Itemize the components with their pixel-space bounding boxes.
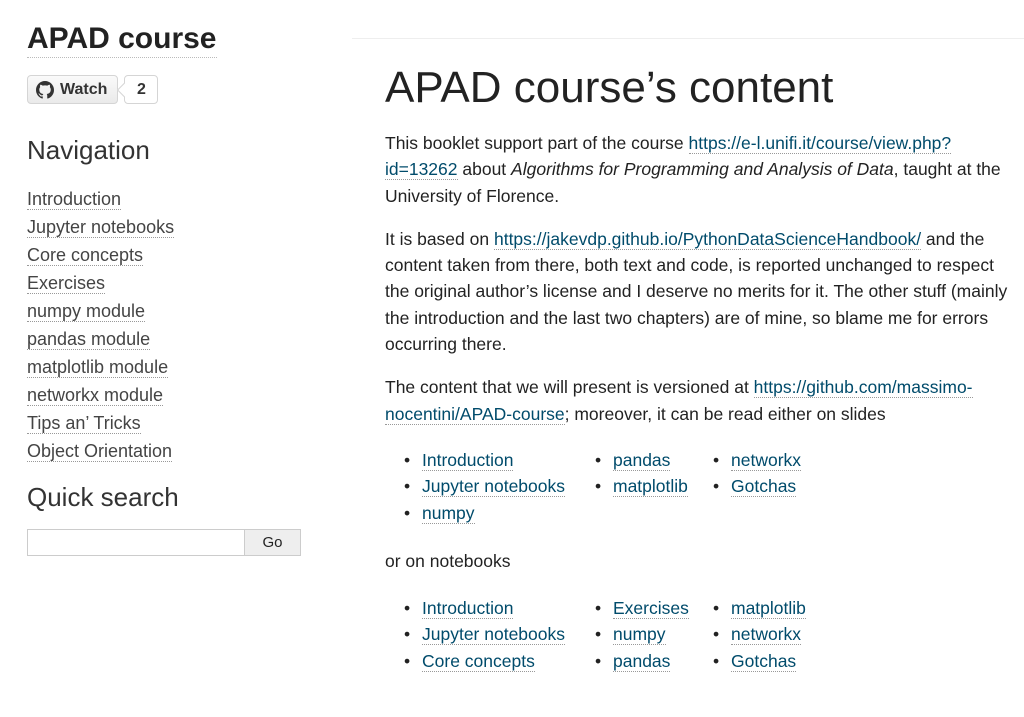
nav-link-introduction[interactable]: Introduction [27, 189, 122, 210]
notebook-link-introduction[interactable]: Introduction [422, 597, 514, 619]
nav-item: Jupyter notebooks [27, 213, 327, 241]
nav-link-exercises[interactable]: Exercises [27, 273, 106, 294]
notebook-link-pandas[interactable]: pandas [613, 650, 671, 672]
list-item: Jupyter notebooks [404, 621, 595, 648]
nav-item: numpy module [27, 297, 327, 325]
text: about [457, 159, 512, 180]
nav-item: Core concepts [27, 241, 327, 269]
quick-search-heading: Quick search [27, 482, 179, 512]
slides-link-introduction[interactable]: Introduction [422, 449, 514, 471]
version-paragraph: The content that we will present is vers… [385, 374, 1010, 427]
nav-link-networkx-module[interactable]: networkx module [27, 385, 164, 406]
list-item: networkx [713, 621, 823, 648]
slides-link-networkx[interactable]: networkx [731, 449, 802, 471]
nav-link-matplotlib-module[interactable]: matplotlib module [27, 357, 169, 378]
list-item: Core concepts [404, 648, 595, 675]
github-icon [36, 80, 54, 99]
notebook-link-numpy[interactable]: numpy [613, 624, 666, 646]
slides-link-pandas[interactable]: pandas [613, 449, 671, 471]
list-item: Gotchas [713, 473, 823, 500]
nav-link-tips-and-tricks[interactable]: Tips an’ Tricks [27, 413, 141, 434]
search-go-button[interactable]: Go [245, 529, 301, 556]
nav-item: networkx module [27, 381, 327, 409]
list-item: Gotchas [713, 648, 823, 675]
list-item: numpy [404, 500, 595, 527]
list-item: numpy [595, 621, 713, 648]
slides-link-list: Introduction Jupyter notebooks numpy pan… [404, 447, 1010, 527]
notebook-link-matplotlib[interactable]: matplotlib [731, 597, 806, 619]
text: This booklet support part of the course [385, 133, 689, 153]
slides-link-gotchas[interactable]: Gotchas [731, 476, 797, 498]
nav-item: Exercises [27, 269, 327, 297]
sidebar: APAD course Watch 2 Navigation Introduct… [27, 0, 327, 556]
navigation-heading: Navigation [27, 135, 150, 165]
site-title-link[interactable]: APAD course [27, 21, 217, 58]
slides-link-numpy[interactable]: numpy [422, 502, 475, 524]
notebook-link-jupyter-notebooks[interactable]: Jupyter notebooks [422, 624, 566, 646]
course-name: Algorithms for Programming and Analysis … [511, 159, 894, 180]
watch-count[interactable]: 2 [124, 75, 159, 104]
search-input[interactable] [27, 529, 245, 556]
nav-item: matplotlib module [27, 353, 327, 381]
handbook-link[interactable]: https://jakevdp.github.io/PythonDataScie… [493, 228, 922, 250]
notebooks-intro: or on notebooks [385, 551, 511, 572]
list-item: pandas [595, 447, 713, 474]
notebooks-link-list: Introduction Jupyter notebooks Core conc… [404, 595, 1010, 675]
intro-paragraph: This booklet support part of the course … [385, 130, 1010, 209]
notebook-link-gotchas[interactable]: Gotchas [731, 650, 797, 672]
nav-link-numpy-module[interactable]: numpy module [27, 301, 146, 322]
github-watch-widget: Watch 2 [27, 74, 327, 105]
header-divider [352, 38, 1024, 39]
notebook-link-networkx[interactable]: networkx [731, 624, 802, 646]
main-content: APAD course’s content This booklet suppo… [385, 62, 1010, 674]
nav-link-pandas-module[interactable]: pandas module [27, 329, 151, 350]
nav-link-core-concepts[interactable]: Core concepts [27, 245, 144, 266]
notebook-link-exercises[interactable]: Exercises [613, 597, 689, 619]
watch-label: Watch [60, 80, 108, 98]
list-item: Introduction [404, 447, 595, 474]
list-item: Exercises [595, 595, 713, 622]
nav-item: Object Orientation [27, 437, 327, 465]
list-item: networkx [713, 447, 823, 474]
slides-link-matplotlib[interactable]: matplotlib [613, 476, 688, 498]
quick-search-form: Go [27, 529, 327, 556]
slides-link-jupyter-notebooks[interactable]: Jupyter notebooks [422, 476, 566, 498]
list-item: Introduction [404, 595, 595, 622]
nav-link-object-orientation[interactable]: Object Orientation [27, 441, 173, 462]
source-paragraph: It is based on https://jakevdp.github.io… [385, 226, 1010, 357]
nav-item: Introduction [27, 185, 327, 213]
nav-link-jupyter-notebooks[interactable]: Jupyter notebooks [27, 217, 175, 238]
nav-item: Tips an’ Tricks [27, 409, 327, 437]
list-item: matplotlib [595, 473, 713, 500]
list-item: Jupyter notebooks [404, 473, 595, 500]
text: ; moreover, it can be read either on sli… [564, 403, 886, 424]
navigation-list: Introduction Jupyter notebooks Core conc… [27, 185, 327, 465]
text: The content that we will present is vers… [385, 377, 754, 398]
nav-item: pandas module [27, 325, 327, 353]
text: It is based on [385, 228, 494, 249]
list-item: pandas [595, 648, 713, 675]
github-watch-button[interactable]: Watch [27, 75, 119, 104]
notebook-link-core-concepts[interactable]: Core concepts [422, 650, 535, 672]
list-item: matplotlib [713, 595, 823, 622]
page-title: APAD course’s content [385, 63, 834, 112]
